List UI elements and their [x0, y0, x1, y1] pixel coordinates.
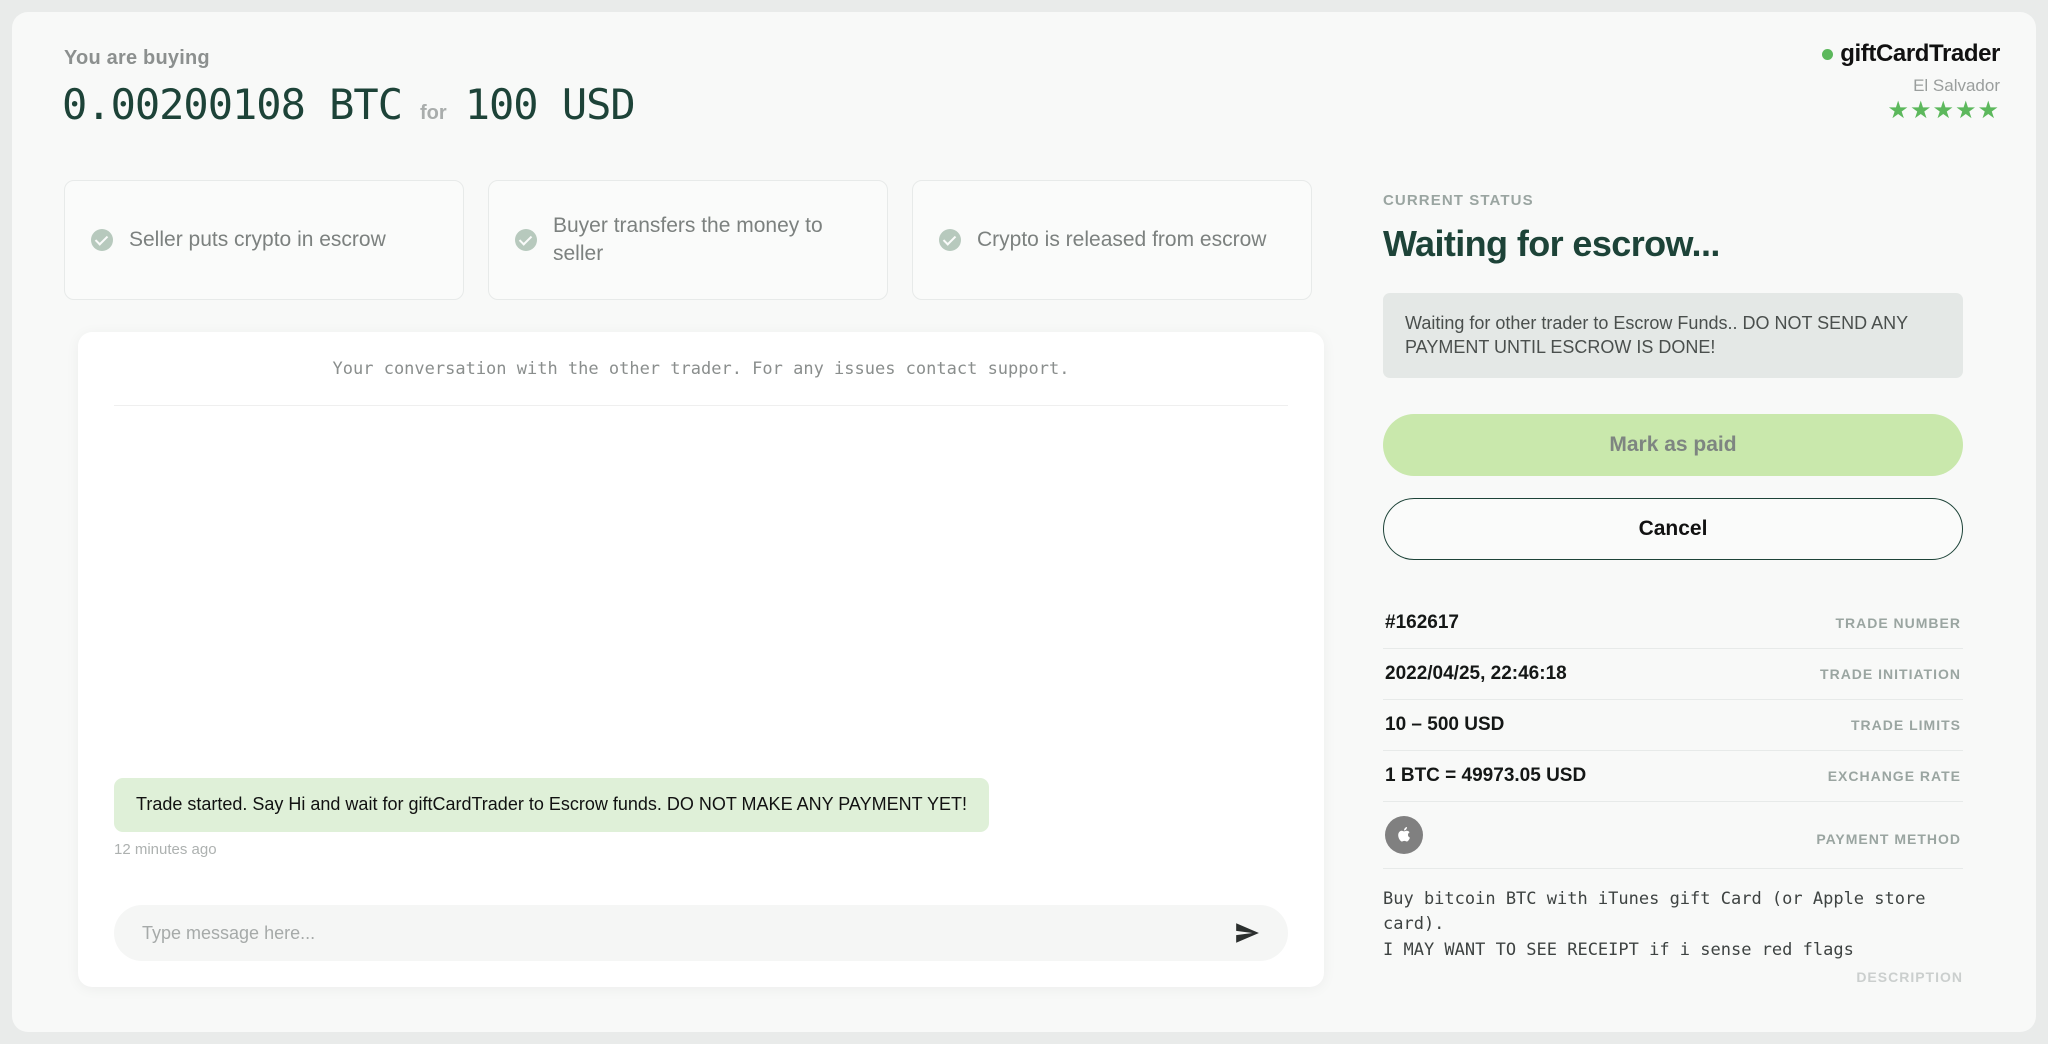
- page-header: You are buying 0.00200108 BTC for 100 US…: [12, 12, 2036, 162]
- trade-initiation-value: 2022/04/25, 22:46:18: [1385, 662, 1567, 684]
- trade-limits-label: TRADE LIMITS: [1851, 716, 1961, 733]
- crypto-amount: 0.00200108 BTC: [62, 80, 403, 129]
- chat-message-input[interactable]: [142, 922, 1234, 944]
- exchange-rate-label: EXCHANGE RATE: [1827, 767, 1961, 784]
- mark-as-paid-button[interactable]: Mark as paid: [1383, 413, 1963, 476]
- table-row: 1 BTC = 49973.05 USD EXCHANGE RATE: [1383, 751, 1963, 802]
- brand-country: El Salvador: [1913, 76, 2000, 95]
- for-label: for: [420, 102, 447, 124]
- amount-summary: 0.00200108 BTC for 100 USD: [62, 80, 636, 129]
- current-status-label: CURRENT STATUS: [1383, 192, 1534, 209]
- chat-message-time: 12 minutes ago: [114, 841, 217, 858]
- trade-details: #162617 TRADE NUMBER 2022/04/25, 22:46:1…: [1383, 598, 1963, 986]
- description-text: Buy bitcoin BTC with iTunes gift Card (o…: [1383, 888, 1926, 960]
- chat-card: Your conversation with the other trader.…: [78, 332, 1324, 987]
- send-paper-plane-icon[interactable]: [1234, 920, 1260, 946]
- trade-page: You are buying 0.00200108 BTC for 100 US…: [12, 12, 2036, 1032]
- step-label: Buyer transfers the money to seller: [553, 214, 823, 265]
- table-row: 10 – 500 USD TRADE LIMITS: [1383, 700, 1963, 751]
- brand-name: giftCardTrader: [1840, 40, 2000, 67]
- status-title: Waiting for escrow...: [1383, 223, 1720, 264]
- step-card-3: Crypto is released from escrow: [912, 180, 1312, 300]
- table-row: PAYMENT METHOD: [1383, 802, 1963, 869]
- trade-number-value: #162617: [1385, 611, 1459, 633]
- trade-limits-value: 10 – 500 USD: [1385, 713, 1505, 735]
- check-circle-icon: [91, 229, 113, 251]
- trade-status-panel: CURRENT STATUS Waiting for escrow... Wai…: [1383, 192, 1963, 985]
- check-circle-icon: [939, 229, 961, 251]
- status-note: Waiting for other trader to Escrow Funds…: [1383, 293, 1963, 378]
- fiat-amount: 100 USD: [464, 80, 636, 129]
- exchange-rate-value: 1 BTC = 49973.05 USD: [1385, 764, 1587, 786]
- payment-method-label: PAYMENT METHOD: [1816, 831, 1961, 848]
- brand-name-row[interactable]: giftCardTrader: [1822, 40, 2000, 68]
- step-card-2: Buyer transfers the money to seller: [488, 180, 888, 300]
- description-block: Buy bitcoin BTC with iTunes gift Card (o…: [1383, 869, 1963, 986]
- chat-message-list: Trade started. Say Hi and wait for giftC…: [78, 406, 1324, 884]
- chat-header: Your conversation with the other trader.…: [114, 332, 1288, 406]
- step-card-1: Seller puts crypto in escrow: [64, 180, 464, 300]
- chat-input-row[interactable]: [114, 905, 1288, 961]
- check-circle-icon: [515, 229, 537, 251]
- apple-logo-icon: [1385, 815, 1423, 854]
- step-label: Crypto is released from escrow: [977, 228, 1267, 252]
- trade-steps: Seller puts crypto in escrow Buyer trans…: [64, 180, 1312, 300]
- brand-block: giftCardTrader El Salvador ★★★★★: [1822, 40, 2000, 123]
- rating-stars-icon: ★★★★★: [1887, 97, 2000, 124]
- table-row: #162617 TRADE NUMBER: [1383, 598, 1963, 649]
- trade-initiation-label: TRADE INITIATION: [1820, 665, 1961, 682]
- step-label: Seller puts crypto in escrow: [129, 228, 386, 252]
- table-row: 2022/04/25, 22:46:18 TRADE INITIATION: [1383, 649, 1963, 700]
- trade-number-label: TRADE NUMBER: [1835, 614, 1961, 631]
- buying-label: You are buying: [64, 47, 210, 69]
- chat-header-note: Your conversation with the other trader.…: [332, 358, 1070, 379]
- chat-message-bubble: Trade started. Say Hi and wait for giftC…: [114, 778, 989, 832]
- list-item: Trade started. Say Hi and wait for giftC…: [114, 778, 989, 858]
- description-label: DESCRIPTION: [1856, 969, 1963, 986]
- cancel-button[interactable]: Cancel: [1383, 497, 1963, 560]
- online-status-dot-icon: [1822, 48, 1834, 60]
